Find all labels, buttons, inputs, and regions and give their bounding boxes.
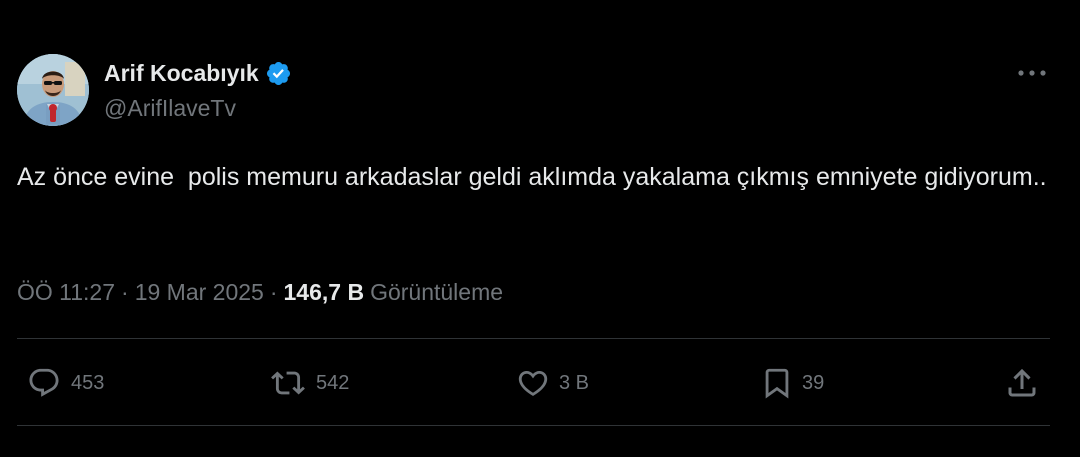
tweet-time[interactable]: ÖÖ 11:27 [17,279,115,306]
heart-icon [518,370,548,396]
reply-icon [29,368,59,397]
verified-badge-icon[interactable] [265,60,292,87]
divider [17,338,1050,339]
share-button[interactable] [1004,365,1040,401]
retweet-icon [271,371,305,395]
author-handle[interactable]: @ArifIlaveTv [104,95,236,122]
retweet-button[interactable]: 542 [268,365,349,401]
meta-separator: · [269,278,278,305]
divider [17,425,1050,426]
tweet-meta: ÖÖ 11:27 · 19 Mar 2025 · 146,7 B Görüntü… [17,276,503,308]
like-count: 3 B [559,371,590,394]
reply-count: 453 [71,371,105,394]
reply-button[interactable]: 453 [25,365,104,401]
avatar[interactable] [17,54,89,126]
meta-separator: · [121,278,129,305]
author-name-row: Arif Kocabıyık [104,58,292,88]
views-count[interactable]: 146,7 B [284,279,365,306]
more-options-button[interactable] [1012,60,1052,86]
views-label[interactable]: Görüntüleme [370,279,503,306]
share-icon [1008,368,1036,397]
bookmark-count: 39 [802,371,825,394]
bookmark-button[interactable]: 39 [760,365,824,401]
tweet-text: Az önce evine polis memuru arkadaslar ge… [17,163,1047,191]
author-name[interactable]: Arif Kocabıyık [104,60,259,87]
retweet-count: 542 [316,371,350,394]
tweet-date[interactable]: 19 Mar 2025 [135,279,264,306]
tweet-card: Arif Kocabıyık @ArifIlaveTv Az önce evin… [0,0,1080,457]
like-button[interactable]: 3 B [515,365,589,401]
more-horizontal-icon [1018,70,1046,76]
bookmark-icon [765,368,789,399]
